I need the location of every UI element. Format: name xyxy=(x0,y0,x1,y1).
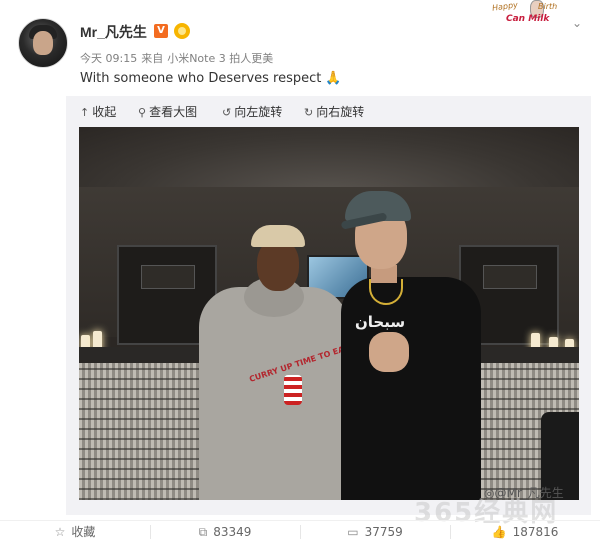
card-decoration-sticker[interactable]: Happy Birth Can Milk xyxy=(486,0,572,30)
media-toolbar: ↑ 收起 ⚲ 查看大图 ↺ 向左旋转 ↻ 向右旋转 xyxy=(66,96,591,124)
repost-icon: ⧉ xyxy=(198,525,208,539)
view-large-label: 查看大图 xyxy=(149,105,198,119)
collapse-label: 收起 xyxy=(92,105,117,119)
collapse-button[interactable]: ↑ 收起 xyxy=(80,103,116,120)
media-expanded-box: ↑ 收起 ⚲ 查看大图 ↺ 向左旋转 ↻ 向右旋转 CURRY UP TIME TO xyxy=(66,96,591,515)
action-bar: ☆ 收藏 ⧉ 83349 ▭ 37759 👍 187816 xyxy=(0,521,600,552)
sticker-text-1: Happy xyxy=(491,0,519,13)
chevron-down-icon[interactable]: ⌄ xyxy=(568,14,586,32)
avatar[interactable] xyxy=(18,18,68,68)
source-prefix: 来自 xyxy=(141,52,164,65)
person-right-shirt xyxy=(341,277,481,500)
magnifier-icon: ⚲ xyxy=(138,106,147,119)
comment-button[interactable]: ▭ 37759 xyxy=(300,521,450,552)
device-source-link[interactable]: 小米Note 3 拍人更美 xyxy=(167,52,273,65)
member-crown-icon[interactable] xyxy=(174,23,190,39)
post-text: With someone who Deserves respect 🙏 xyxy=(80,71,342,86)
weibo-logo-icon: ◎ xyxy=(484,486,495,500)
sticker-text-3: Can Milk xyxy=(506,14,550,24)
like-button[interactable]: 👍 187816 xyxy=(450,521,600,552)
comment-icon: ▭ xyxy=(347,525,359,539)
like-count: 187816 xyxy=(512,525,559,539)
view-large-button[interactable]: ⚲ 查看大图 xyxy=(138,103,197,120)
verified-badge-icon[interactable]: V xyxy=(154,24,168,38)
rotate-left-button[interactable]: ↺ 向左旋转 xyxy=(222,103,282,120)
tee-print: سبحان xyxy=(355,313,406,331)
rotate-left-label: 向左旋转 xyxy=(234,105,283,119)
watermark-handle: @Mr_凡先生 xyxy=(494,486,564,500)
post-body: With someone who Deserves respect xyxy=(80,71,322,86)
sticker-text-2: Birth xyxy=(538,2,558,11)
person-left-hoodie xyxy=(199,287,349,500)
hoodie-graphic xyxy=(284,375,302,405)
post-time-link[interactable]: 今天 09:15 xyxy=(80,52,137,65)
repost-button[interactable]: ⧉ 83349 xyxy=(150,521,300,552)
rotate-right-icon: ↻ xyxy=(304,106,314,119)
favorite-label: 收藏 xyxy=(71,525,96,539)
comment-count: 37759 xyxy=(364,525,403,539)
star-icon: ☆ xyxy=(54,525,66,539)
post-photo[interactable]: CURRY UP TIME TO EAT سبحان xyxy=(79,127,579,500)
post-meta: 今天 09:15 来自 小米Note 3 拍人更美 xyxy=(80,50,277,66)
arrow-up-icon: ↑ xyxy=(80,106,90,119)
pray-icon: 🙏 xyxy=(325,71,342,86)
username-link[interactable]: Mr_凡先生 xyxy=(80,22,147,42)
repost-count: 83349 xyxy=(213,525,252,539)
thumbs-up-icon: 👍 xyxy=(491,525,507,539)
person-right-hand xyxy=(369,332,409,372)
weibo-post-card: Mr_凡先生 V 今天 09:15 来自 小米Note 3 拍人更美 With so… xyxy=(0,0,600,552)
avatar-face xyxy=(33,31,53,55)
favorite-button[interactable]: ☆ 收藏 xyxy=(0,521,150,552)
person-left-hat xyxy=(251,225,305,247)
rotate-right-button[interactable]: ↻ 向右旋转 xyxy=(304,103,364,120)
weibo-watermark: ◎@Mr_凡先生 xyxy=(484,484,564,501)
rotate-right-label: 向右旋转 xyxy=(316,105,365,119)
rotate-left-icon: ↺ xyxy=(222,106,232,119)
